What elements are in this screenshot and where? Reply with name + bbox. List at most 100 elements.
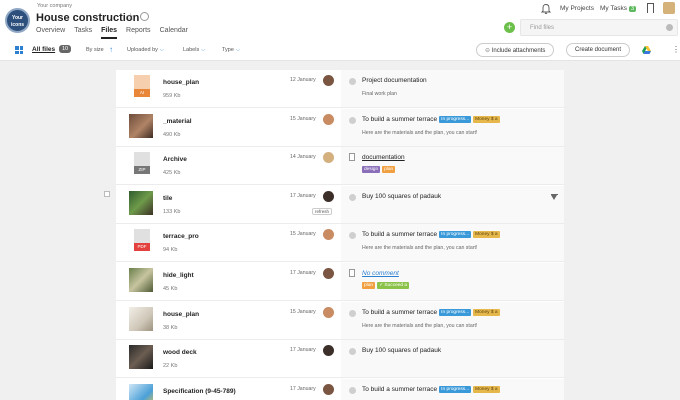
- file-row[interactable]: PDF terrace_pro 94 Kb 15 January To build a …: [116, 224, 564, 263]
- file-name[interactable]: tile: [163, 195, 172, 202]
- type-filter[interactable]: Type ⌵: [222, 47, 240, 53]
- file-size: 22 Kb: [163, 363, 178, 370]
- uploader-avatar[interactable]: [323, 190, 334, 202]
- search-input[interactable]: Find files: [520, 19, 678, 36]
- file-row[interactable]: wood deck 22 Kb 17 January Buy 100 squares …: [116, 340, 564, 379]
- labels-filter[interactable]: Labels ⌵: [183, 47, 205, 53]
- label-tag[interactable]: plan: [362, 282, 376, 289]
- uploader-avatar[interactable]: [323, 152, 334, 164]
- file-name[interactable]: hide_light: [163, 272, 194, 279]
- file-row[interactable]: AI house_plan 959 Kb 12 January Project docu…: [116, 70, 564, 108]
- sort-arrow-icon[interactable]: ↑: [109, 45, 113, 54]
- label-tag[interactable]: ✓ Succeed a: [377, 282, 410, 289]
- task-title[interactable]: No comment: [362, 270, 399, 277]
- create-document-button[interactable]: Create document: [566, 43, 631, 57]
- more-options-icon[interactable]: ⋮: [672, 45, 680, 54]
- row-checkbox[interactable]: [104, 191, 110, 197]
- bell-icon[interactable]: [541, 3, 551, 14]
- file-row[interactable]: hide_light 45 Kb 17 January No comment plan ✓…: [116, 263, 564, 301]
- file-thumbnail[interactable]: PDF: [129, 229, 155, 255]
- status-badge: In progress...: [439, 385, 472, 393]
- tab-reports[interactable]: Reports: [126, 27, 151, 39]
- include-attachments-button[interactable]: ⊖ Include attachments: [476, 43, 555, 57]
- tab-overview[interactable]: Overview: [36, 27, 65, 39]
- my-projects-link[interactable]: My Projects: [560, 5, 594, 12]
- avatar[interactable]: [663, 2, 675, 14]
- task-title[interactable]: To build a summer terrace In progress... M…: [362, 231, 500, 239]
- my-tasks-label: My Tasks: [600, 5, 627, 12]
- file-name[interactable]: terrace_pro: [163, 233, 199, 240]
- task-title[interactable]: To build a summer terrace In progress... M…: [362, 115, 500, 123]
- task-title-text: Buy 100 squares of padauk: [362, 192, 442, 200]
- tab-calendar[interactable]: Calendar: [160, 27, 188, 39]
- clear-icon[interactable]: [666, 24, 673, 31]
- label-list: plan ✓ Succeed a: [362, 282, 411, 289]
- file-thumbnail[interactable]: [129, 113, 153, 138]
- file-size: 38 Kb: [163, 324, 178, 331]
- task-title-text: Project documentation: [362, 77, 427, 84]
- file-thumbnail[interactable]: [129, 345, 153, 370]
- refresh-button[interactable]: refresh: [312, 207, 333, 215]
- grid-view-icon[interactable]: [15, 46, 23, 54]
- google-drive-icon[interactable]: [642, 46, 651, 54]
- upload-date: 15 January: [290, 308, 316, 315]
- task-comment: Here are the materials and the plan, you…: [362, 322, 478, 329]
- file-name[interactable]: Archive: [163, 156, 187, 163]
- task-title[interactable]: Buy 100 squares of padauk: [362, 347, 441, 354]
- file-name[interactable]: Specification (9-45-789): [163, 388, 236, 395]
- label-tag[interactable]: plan: [382, 166, 396, 174]
- task-title[interactable]: documentation: [362, 154, 405, 161]
- file-row[interactable]: house_plan 38 Kb 15 January To build a summ…: [116, 301, 564, 340]
- sort-by-size[interactable]: By size: [86, 47, 104, 53]
- file-thumbnail[interactable]: [129, 306, 153, 331]
- money-badge: Money $ a: [473, 231, 500, 239]
- file-row[interactable]: _material 490 Kb 15 January To build a summ…: [116, 108, 564, 147]
- files-count-badge: 10: [59, 45, 72, 53]
- file-name[interactable]: wood deck: [163, 349, 197, 356]
- task-status-icon: [349, 309, 356, 317]
- tab-files[interactable]: Files: [101, 27, 118, 39]
- task-title[interactable]: Buy 100 squares of padauk: [362, 193, 441, 200]
- file-name[interactable]: _material: [163, 118, 192, 125]
- uploader-avatar[interactable]: [323, 268, 334, 279]
- tab-tasks[interactable]: Tasks: [74, 27, 92, 39]
- uploader-avatar[interactable]: [323, 345, 334, 357]
- task-title[interactable]: To build a summer terrace In progress... M…: [362, 385, 500, 393]
- gear-icon[interactable]: [140, 12, 149, 21]
- tasks-count-badge: 3: [628, 6, 637, 12]
- uploader-avatar[interactable]: [323, 383, 334, 395]
- labels-label: Labels: [183, 47, 200, 53]
- bookmark-icon[interactable]: [647, 3, 654, 13]
- my-tasks-link[interactable]: My Tasks 3: [600, 5, 637, 12]
- task-title-text: To build a summer terrace: [362, 115, 438, 123]
- star-icon[interactable]: ☆: [126, 12, 135, 23]
- file-thumbnail[interactable]: [129, 268, 153, 292]
- uploader-avatar[interactable]: [323, 113, 334, 125]
- file-thumbnail[interactable]: AI: [129, 75, 155, 101]
- file-type-icon: AI: [129, 75, 155, 101]
- file-name[interactable]: house_plan: [163, 311, 199, 318]
- file-row[interactable]: ZIP Archive 425 Kb 14 January documentation d…: [116, 147, 564, 186]
- task-title-text: documentation: [362, 154, 405, 162]
- uploader-avatar[interactable]: [323, 75, 334, 86]
- upload-date: 17 January: [290, 385, 316, 392]
- all-files-filter[interactable]: All files: [32, 46, 55, 53]
- company-name[interactable]: Your company: [37, 3, 72, 9]
- file-row[interactable]: tile 133 Kb 17 January refresh Buy 100 squar…: [116, 185, 564, 224]
- file-row[interactable]: Specification (9-45-789) 17 January To bui…: [116, 378, 564, 400]
- page-title: House construction: [36, 12, 140, 24]
- file-thumbnail[interactable]: [129, 383, 153, 400]
- filter-icon[interactable]: [551, 193, 558, 201]
- file-name[interactable]: house_plan: [163, 79, 199, 86]
- add-button[interactable]: +: [504, 22, 515, 33]
- file-size: 45 Kb: [163, 286, 178, 292]
- uploader-avatar[interactable]: [323, 229, 334, 241]
- file-thumbnail[interactable]: [129, 190, 153, 215]
- uploaded-by-filter[interactable]: Uploaded by ⌵: [127, 47, 164, 53]
- task-title[interactable]: Project documentation: [362, 77, 427, 84]
- task-title[interactable]: To build a summer terrace In progress... M…: [362, 308, 500, 316]
- label-tag[interactable]: design: [362, 166, 381, 174]
- uploader-avatar[interactable]: [323, 306, 334, 318]
- file-thumbnail[interactable]: ZIP: [129, 152, 155, 178]
- company-logo[interactable]: Your icons: [5, 8, 30, 33]
